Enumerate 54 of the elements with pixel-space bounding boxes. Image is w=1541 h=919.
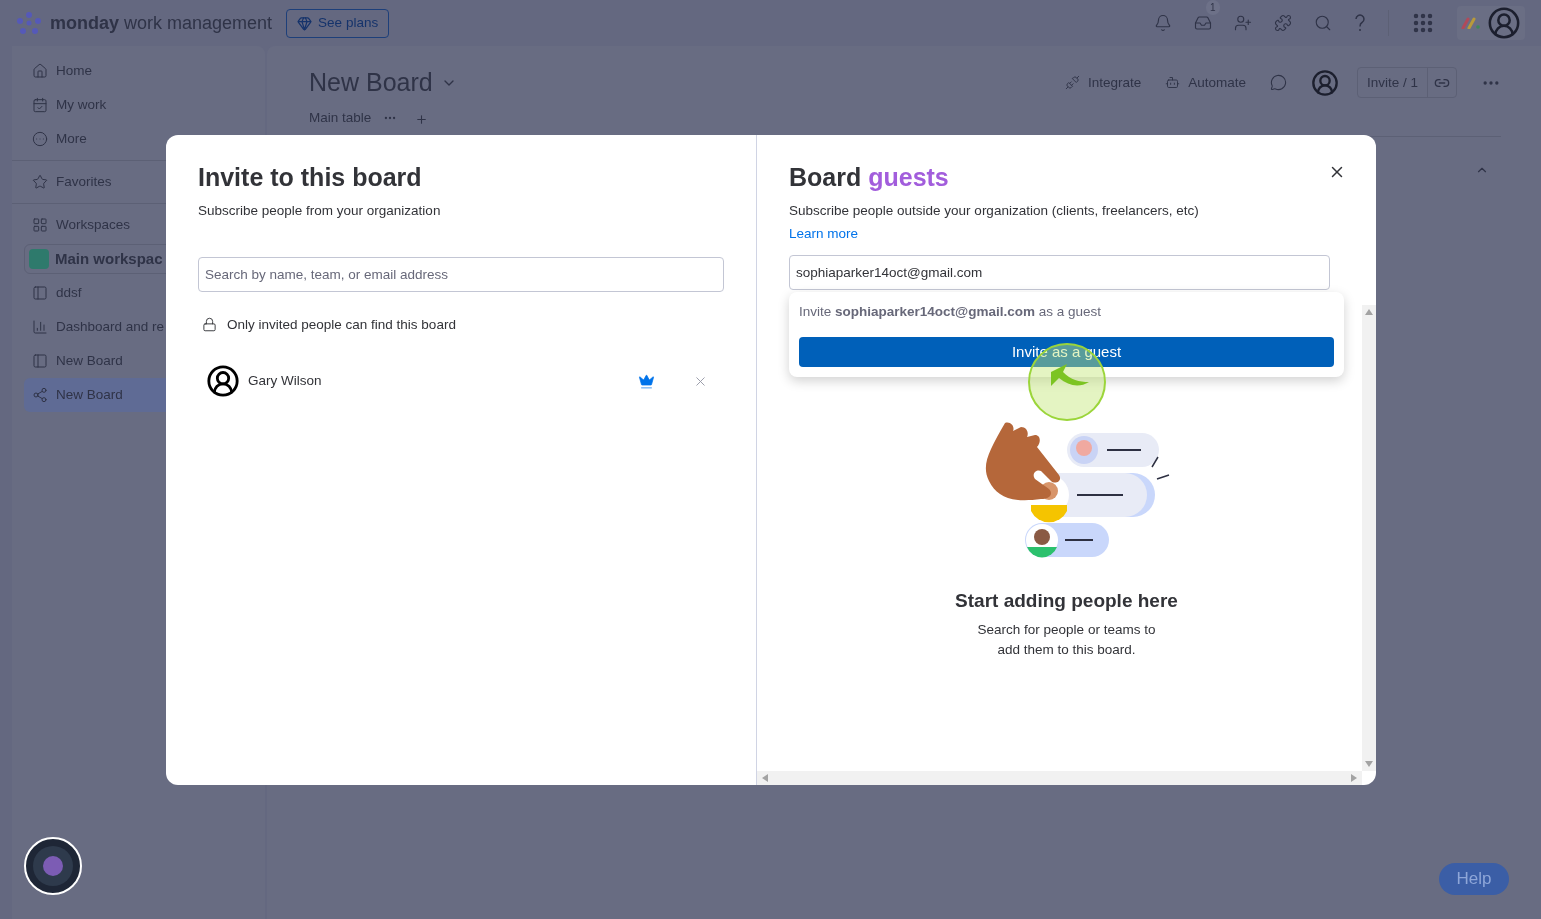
chart-icon xyxy=(32,319,48,335)
search-field[interactable]: Search by name, team, or email address xyxy=(198,256,724,292)
sidebar-item[interactable]: More xyxy=(24,122,253,156)
dialog-title: Board guests xyxy=(789,162,949,193)
avatar-icon xyxy=(206,364,240,398)
main-table-tab[interactable]: Main table xyxy=(309,107,372,128)
scroll-right-icon[interactable] xyxy=(1351,774,1357,782)
board-icon xyxy=(32,353,48,369)
help-button[interactable]: Help xyxy=(1439,863,1509,895)
bell-icon[interactable] xyxy=(1154,14,1172,32)
home-icon xyxy=(32,63,48,79)
integrate-button[interactable]: Integrate xyxy=(1064,72,1142,93)
calendar-check-icon xyxy=(32,97,48,113)
privacy-note: Only invited people can find this board xyxy=(227,315,456,334)
star-icon xyxy=(32,174,48,190)
workspace-avatar-icon xyxy=(29,249,49,269)
scroll-left-icon[interactable] xyxy=(762,774,768,782)
logo-icon xyxy=(16,12,42,34)
dialog-subtitle: Subscribe people outside your organization (clients, freelancers, etc) xyxy=(789,201,1200,220)
automate-button[interactable]: Automate xyxy=(1165,72,1246,93)
grid-icon xyxy=(32,217,48,233)
robot-icon xyxy=(1165,75,1181,91)
help-icon[interactable] xyxy=(1354,14,1366,32)
plug-icon xyxy=(1064,75,1080,91)
empty-state-text: Search for people or teams to add them to this board. xyxy=(976,620,1157,659)
notification-badge: 1 xyxy=(1206,0,1220,15)
board-icon xyxy=(32,285,48,301)
search-icon[interactable] xyxy=(1314,14,1332,32)
shared-board-icon xyxy=(32,387,48,403)
scroll-up-icon[interactable] xyxy=(1365,309,1373,315)
see-plans-button[interactable]: See plans xyxy=(286,8,390,38)
sidebar-item[interactable]: Home xyxy=(24,54,253,88)
puzzle-icon[interactable] xyxy=(1274,14,1292,32)
logo-text: monday work management xyxy=(50,11,273,35)
scroll-down-icon[interactable] xyxy=(1365,761,1373,767)
learn-more-link[interactable]: Learn more xyxy=(789,225,859,241)
avatar-icon[interactable] xyxy=(1310,68,1339,97)
board-title[interactable]: New Board xyxy=(309,64,433,102)
add-user-icon[interactable] xyxy=(1234,14,1252,32)
sidebar-item[interactable]: My work xyxy=(24,88,253,122)
inbox-icon[interactable] xyxy=(1194,14,1212,32)
email-field[interactable]: sophiaparker14oct@gmail.com xyxy=(789,254,1330,290)
add-view-icon[interactable] xyxy=(415,113,429,127)
apps-grid-icon[interactable] xyxy=(1411,11,1435,35)
more-icon xyxy=(32,131,48,147)
diamond-icon xyxy=(297,15,313,31)
empty-state-title: Start adding people here xyxy=(955,589,1178,613)
avatar-icon[interactable] xyxy=(1487,6,1521,40)
lock-icon xyxy=(202,317,217,333)
brand-mark-icon xyxy=(1461,17,1481,29)
dialog-subtitle: Subscribe people from your organization xyxy=(198,201,442,220)
comment-icon[interactable] xyxy=(1269,74,1287,92)
dialog-title: Invite to this board xyxy=(198,162,423,193)
suggestion-text: Invite sophiaparker14oct@gmail.com as a guest xyxy=(799,302,1103,321)
